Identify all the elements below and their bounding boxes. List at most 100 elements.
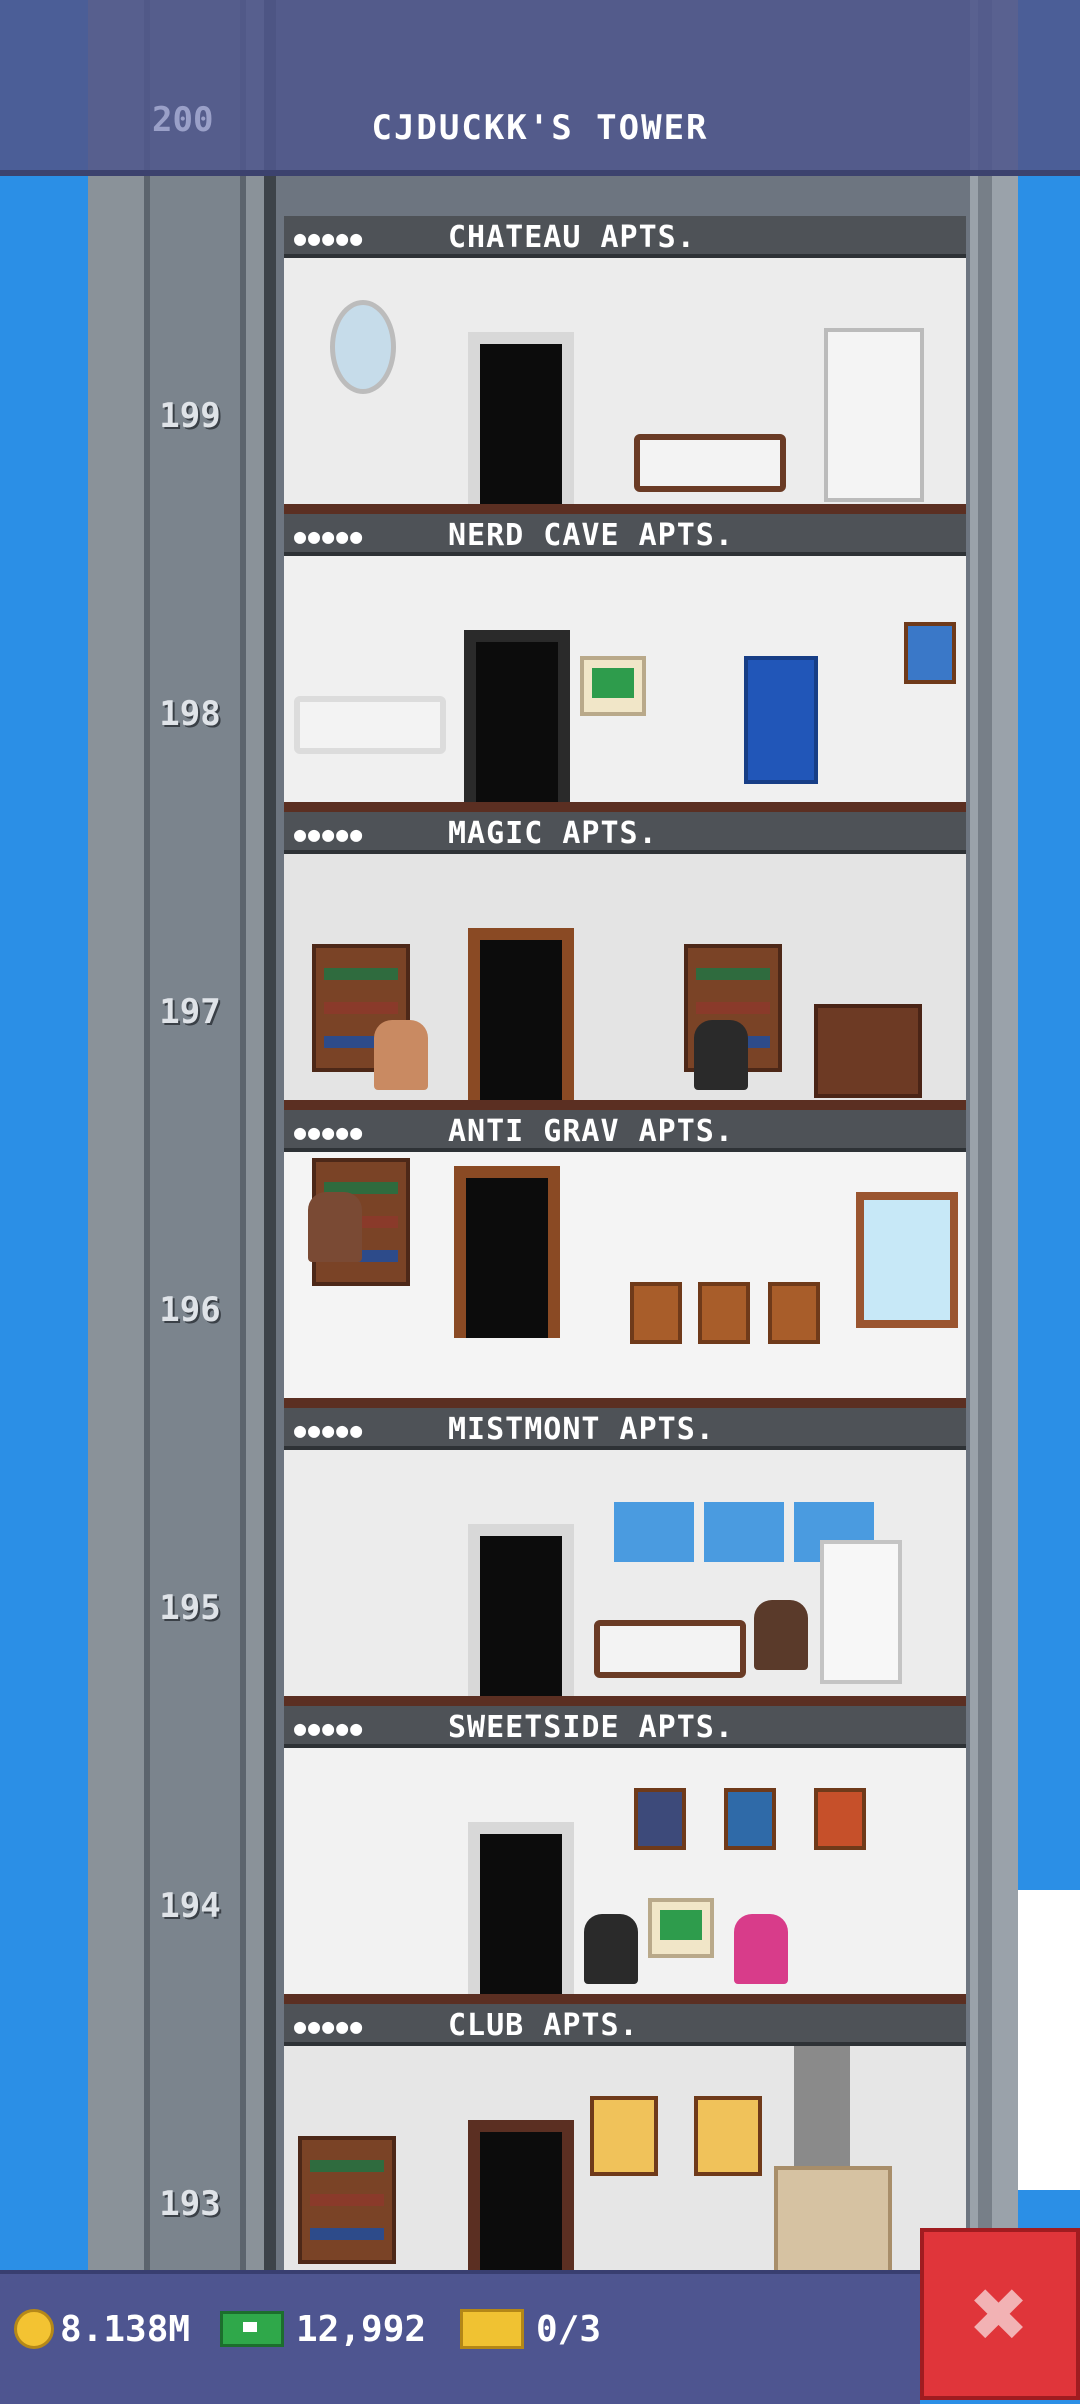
tickets-value: 0/3	[536, 2308, 602, 2350]
door	[468, 928, 574, 1100]
resident[interactable]	[694, 1020, 748, 1090]
resident[interactable]	[374, 1020, 428, 1090]
room	[284, 1748, 966, 1994]
coin-icon	[14, 2309, 54, 2349]
floor-name: CHATEAU APTS.	[448, 220, 696, 255]
ticket-icon	[460, 2309, 524, 2349]
computer	[580, 656, 646, 716]
floor-base	[284, 802, 966, 812]
room	[284, 1152, 966, 1398]
floor-name: SWEETSIDE APTS.	[448, 1710, 734, 1745]
room	[284, 2046, 966, 2292]
floor-name: MISTMONT APTS.	[448, 1412, 715, 1447]
elevator-rail	[264, 0, 276, 2290]
floor-label-bar: ●●●●● CLUB APTS.	[284, 2004, 966, 2046]
floor-number: 194	[159, 1886, 221, 1926]
floor-anti-grav[interactable]: ●●●●● ANTI GRAV APTS.	[284, 1110, 966, 1408]
floor-club[interactable]: ●●●●● CLUB APTS.	[284, 2004, 966, 2302]
floor-magic[interactable]: ●●●●● MAGIC APTS.	[284, 812, 966, 1110]
door	[468, 2120, 574, 2292]
computer	[648, 1898, 714, 1958]
fridge	[820, 1540, 902, 1684]
residents-icons: ●●●●●	[294, 226, 365, 250]
resident[interactable]	[584, 1914, 638, 1984]
floor-label-bar: ●●●●● MAGIC APTS.	[284, 812, 966, 854]
floor-name: ANTI GRAV APTS.	[448, 1114, 734, 1149]
floor-base	[284, 1398, 966, 1408]
floor-name: CLUB APTS.	[448, 2008, 639, 2043]
resident[interactable]	[754, 1600, 808, 1670]
bux-stat[interactable]: 12,992	[220, 2304, 426, 2354]
coins-stat[interactable]: 8.138M	[14, 2304, 190, 2354]
floor-number: 193	[159, 2184, 221, 2224]
floor-number: 195	[159, 1588, 221, 1628]
floor-base	[284, 504, 966, 514]
portrait	[590, 2096, 658, 2176]
floor-sweetside[interactable]: ●●●●● SWEETSIDE APTS.	[284, 1706, 966, 2004]
arcade-machine	[744, 656, 818, 784]
residents-icons: ●●●●●	[294, 524, 365, 548]
tickets-stat[interactable]: 0/3	[460, 2304, 601, 2354]
residents-icons: ●●●●●	[294, 1120, 365, 1144]
fireplace	[774, 2166, 892, 2274]
floor-nerd-cave[interactable]: ●●●●● NERD CAVE APTS.	[284, 514, 966, 812]
door	[468, 1524, 574, 1696]
mirror	[330, 300, 396, 394]
elevator-track[interactable]	[144, 0, 246, 2290]
floor-base	[284, 1100, 966, 1110]
chimney	[794, 2046, 850, 2166]
window	[704, 1502, 784, 1562]
door	[468, 1822, 574, 1994]
door	[464, 630, 570, 802]
floor-label-bar: ●●●●● SWEETSIDE APTS.	[284, 1706, 966, 1748]
resident[interactable]	[308, 1192, 362, 1262]
bookshelf	[298, 2136, 396, 2264]
residents-icons: ●●●●●	[294, 822, 365, 846]
bux-icon	[220, 2311, 284, 2347]
tower-title: CJDUCKK'S TOWER	[371, 108, 709, 148]
resident[interactable]	[734, 1914, 788, 1984]
fireplace	[814, 1004, 922, 1098]
cabinet	[824, 328, 924, 502]
room	[284, 258, 966, 504]
floor-number: 197	[159, 992, 221, 1032]
residents-icons: ●●●●●	[294, 2014, 365, 2038]
floor-number: 196	[159, 1290, 221, 1330]
floor-number: 198	[159, 694, 221, 734]
room	[284, 854, 966, 1100]
window	[614, 1502, 694, 1562]
floor-label-bar: ●●●●● CHATEAU APTS.	[284, 216, 966, 258]
picture-frame	[634, 1788, 686, 1850]
close-button[interactable]: ✖	[920, 2228, 1080, 2400]
floor-base	[284, 1994, 966, 2004]
floor-name: NERD CAVE APTS.	[448, 518, 734, 553]
residents-icons: ●●●●●	[294, 1716, 365, 1740]
poster	[904, 622, 956, 684]
door	[468, 332, 574, 504]
residents-icons: ●●●●●	[294, 1418, 365, 1442]
picture-frame	[814, 1788, 866, 1850]
elevator-shaft	[88, 0, 276, 2290]
portrait	[694, 2096, 762, 2176]
tower-title-bar: 200 CJDUCKK'S TOWER	[0, 0, 1080, 176]
picture-frame	[768, 1282, 820, 1344]
coins-value: 8.138M	[60, 2308, 191, 2350]
floor-chateau[interactable]: ●●●●● CHATEAU APTS.	[284, 216, 966, 514]
floor-label-bar: ●●●●● NERD CAVE APTS.	[284, 514, 966, 556]
resource-bar: 8.138M 12,992 0/3	[0, 2270, 920, 2404]
floor-number: 199	[159, 396, 221, 436]
floor-label-bar: ●●●●● MISTMONT APTS.	[284, 1408, 966, 1450]
floor-label-bar: ●●●●● ANTI GRAV APTS.	[284, 1110, 966, 1152]
floor-name: MAGIC APTS.	[448, 816, 658, 851]
floor-mistmont[interactable]: ●●●●● MISTMONT APTS.	[284, 1408, 966, 1706]
picture-frame	[630, 1282, 682, 1344]
room	[284, 556, 966, 802]
picture-frame	[698, 1282, 750, 1344]
room	[284, 1450, 966, 1696]
picture-frame	[724, 1788, 776, 1850]
sofa	[634, 434, 786, 492]
bux-value: 12,992	[296, 2308, 427, 2350]
sofa	[294, 696, 446, 754]
window	[856, 1192, 958, 1328]
door	[454, 1166, 560, 1338]
